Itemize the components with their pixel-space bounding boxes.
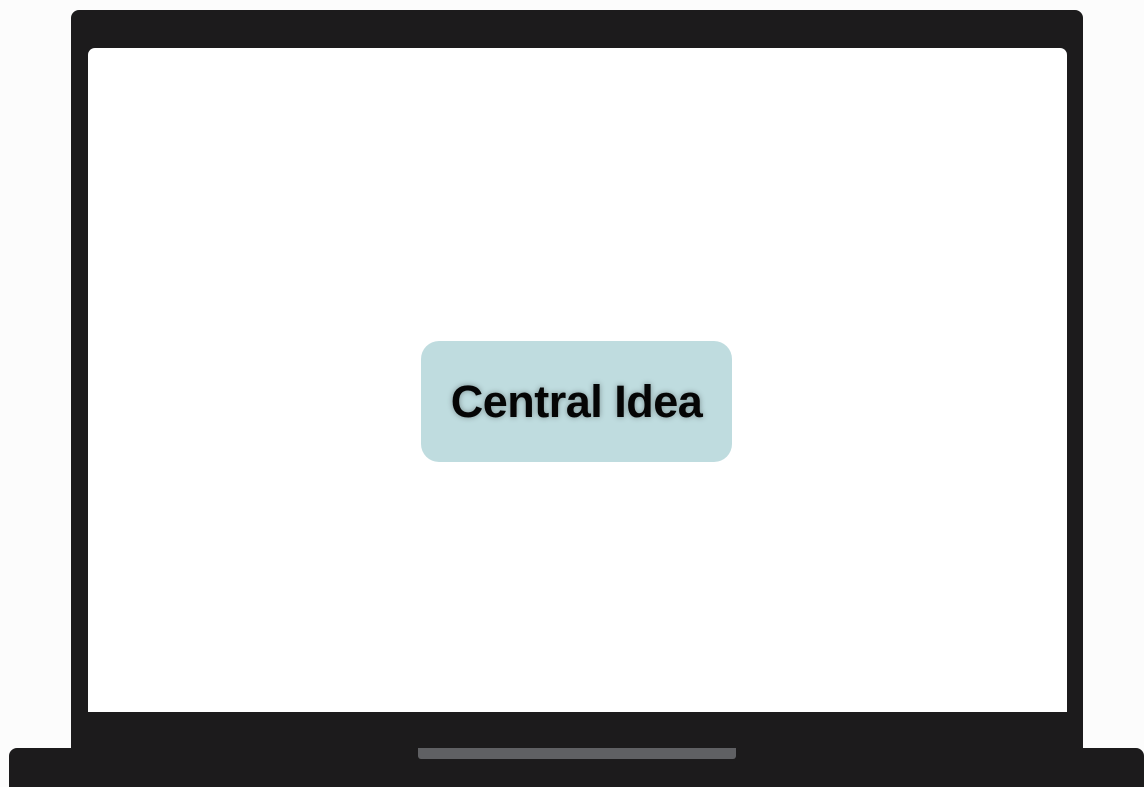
laptop-illustration: Central Idea [0,0,1144,787]
central-idea-node[interactable]: Central Idea [421,341,732,462]
central-idea-label: Central Idea [450,375,703,427]
laptop-notch [418,748,736,759]
